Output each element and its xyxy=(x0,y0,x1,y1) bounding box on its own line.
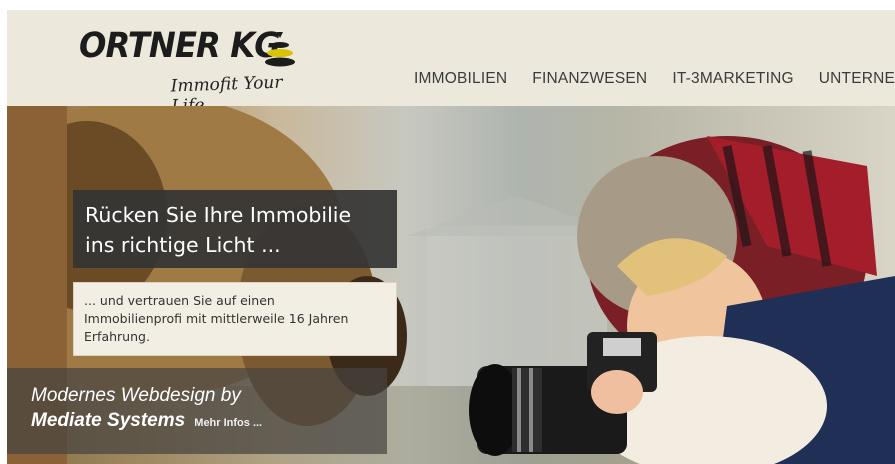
main-nav: IMMOBILIEN FINANZWESEN IT-3MARKETING UNT… xyxy=(414,70,895,88)
hero-subtext-line1: ... und vertrauen Sie auf einen xyxy=(84,293,275,308)
hero-subtext-line3: Erfahrung. xyxy=(84,329,150,344)
credit-brand-link[interactable]: Mediate Systems xyxy=(31,410,185,431)
hero-slider[interactable]: Rücken Sie Ihre Immobilie ins richtige L… xyxy=(7,106,895,464)
more-info-link[interactable]: Mehr Infos ... xyxy=(194,417,262,429)
page-frame: ORTNER KG Immofit Your Life IMMOBILIEN F… xyxy=(7,10,895,464)
credit-line: Modernes Webdesign by xyxy=(31,385,241,406)
subtext-box: ... und vertrauen Sie auf einen Immobili… xyxy=(73,282,397,356)
hero-headline-line2: ins richtige Licht ... xyxy=(85,233,281,257)
hero-subtext: ... und vertrauen Sie auf einen Immobili… xyxy=(84,292,386,346)
headline-box: Rücken Sie Ihre Immobilie ins richtige L… xyxy=(73,190,397,268)
nav-item-finanzwesen[interactable]: FINANZWESEN xyxy=(532,70,647,88)
credit-overlay: Modernes Webdesign by Mediate Systems Me… xyxy=(7,368,387,454)
nav-item-immobilien[interactable]: IMMOBILIEN xyxy=(414,70,507,88)
logo-stack-icon xyxy=(265,32,295,67)
nav-item-unternehmen[interactable]: UNTERNEH xyxy=(819,70,895,88)
site-header: ORTNER KG Immofit Your Life IMMOBILIEN F… xyxy=(7,10,895,117)
hero-headline-line1: Rücken Sie Ihre Immobilie xyxy=(85,203,352,227)
hero-headline: Rücken Sie Ihre Immobilie ins richtige L… xyxy=(85,200,385,260)
logo-name: ORTNER KG xyxy=(79,26,281,66)
credit-brand-line: Mediate Systems Mehr Infos ... xyxy=(31,408,363,436)
logo[interactable]: ORTNER KG Immofit Your Life xyxy=(75,26,315,117)
nav-item-it-marketing[interactable]: IT-3MARKETING xyxy=(672,70,793,88)
hero-subtext-line2: Immobilienprofi mit mittlerweile 16 Jahr… xyxy=(84,311,349,326)
